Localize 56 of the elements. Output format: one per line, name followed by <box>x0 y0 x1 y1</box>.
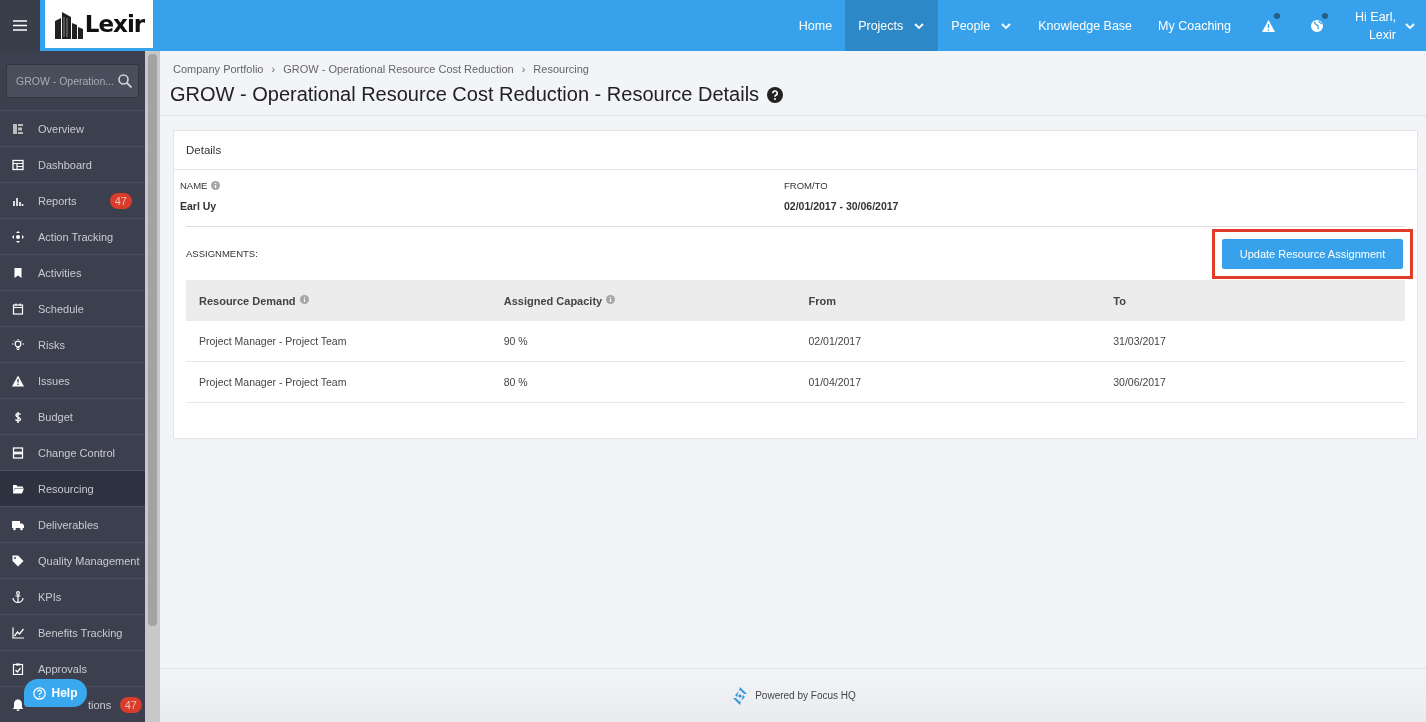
help-icon <box>33 686 47 700</box>
sidebar-item[interactable]: Reports 47 <box>0 182 145 218</box>
bookmark-icon <box>12 266 24 279</box>
warning-icon <box>12 374 24 387</box>
column-header: Assigned Capacity <box>490 280 796 321</box>
table-cell: 01/04/2017 <box>795 361 1101 403</box>
breadcrumb-link[interactable]: Resourcing <box>533 63 589 75</box>
breadcrumb-link[interactable]: GROW - Operational Resource Cost Reduction <box>283 63 514 75</box>
column-header: From <box>795 280 1101 321</box>
calendar-icon <box>12 302 24 315</box>
column-header: To <box>1100 280 1405 321</box>
field-value: 02/01/2017 - 30/06/2017 <box>784 200 900 212</box>
count-badge: 47 <box>109 192 132 209</box>
sidebar-item[interactable]: Resourcing <box>0 470 145 506</box>
nav-link[interactable]: Projects <box>845 0 939 51</box>
buildings-icon <box>53 9 84 39</box>
table-cell: 31/03/2017 <box>1100 321 1405 362</box>
lightbulb-icon <box>12 338 24 351</box>
count-badge: 47 <box>119 696 142 713</box>
table-cell: Project Manager - Project Team <box>186 361 491 403</box>
menu-icon[interactable] <box>0 0 40 51</box>
tag-icon <box>12 554 24 567</box>
table-cell: 30/06/2017 <box>1100 361 1405 403</box>
breadcrumb-separator: › <box>521 63 526 75</box>
truck-icon <box>12 518 24 531</box>
clipboard-check-icon <box>12 662 24 675</box>
table-cell: 02/01/2017 <box>795 321 1101 362</box>
globe-icon <box>1311 19 1323 32</box>
table-cell: 80 % <box>490 361 796 403</box>
breadcrumb-link[interactable]: Company Portfolio <box>173 63 264 75</box>
field-label: NAME <box>180 180 208 191</box>
field-value: Earl Uy <box>180 200 218 212</box>
server-icon <box>12 446 24 459</box>
line-chart-icon <box>12 626 24 639</box>
section-label: ASSIGNMENTS: <box>186 248 258 259</box>
help-icon[interactable] <box>767 86 784 103</box>
folder-icon <box>12 482 24 495</box>
page-title: GROW - Operational Resource Cost Reduction - Resource Details <box>170 83 760 106</box>
dashboard-icon <box>12 158 24 171</box>
footer-text: Powered by Focus HQ <box>755 690 856 701</box>
dollar-icon <box>12 410 24 423</box>
table-cell: Project Manager - Project Team <box>186 321 491 362</box>
search-icon <box>118 74 133 88</box>
warning-icon <box>1262 19 1275 32</box>
logo[interactable]: Lexir <box>45 0 153 48</box>
scrollbar[interactable] <box>145 51 160 722</box>
card-header: Details <box>174 131 1417 170</box>
search-field[interactable]: GROW - Operation... <box>6 64 139 98</box>
anchor-icon <box>12 590 24 603</box>
move-icon <box>12 230 24 243</box>
field-label: FROM/TO <box>784 180 828 191</box>
bell-icon <box>12 698 24 711</box>
overview-icon <box>12 122 24 135</box>
breadcrumb-separator: › <box>271 63 276 75</box>
column-header: Resource Demand <box>186 280 491 321</box>
table-cell: 90 % <box>490 321 796 362</box>
